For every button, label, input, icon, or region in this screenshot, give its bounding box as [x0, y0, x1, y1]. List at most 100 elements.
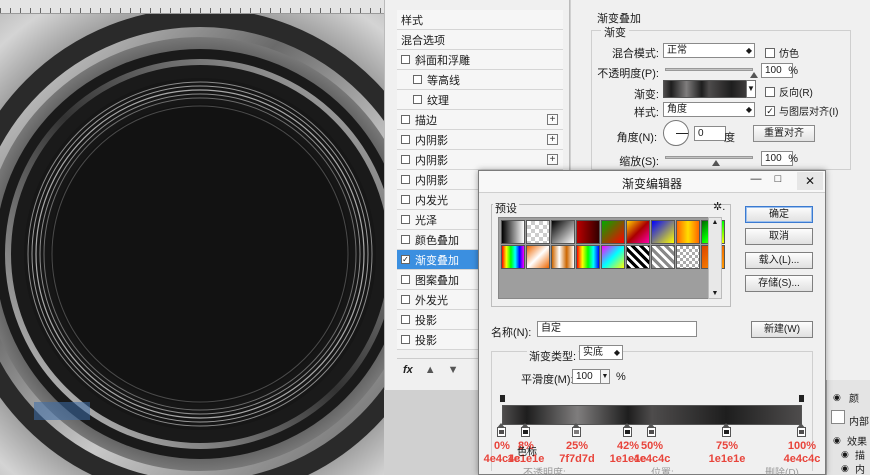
maximize-icon[interactable]: □	[769, 173, 787, 185]
style-item-label: 外发光	[415, 294, 448, 307]
add-effect-icon[interactable]: +	[547, 114, 558, 125]
preset-swatch[interactable]	[601, 245, 625, 269]
angle-label: 角度(N):	[616, 132, 657, 144]
preset-swatch[interactable]	[651, 220, 675, 244]
gradient-preview[interactable]	[663, 80, 755, 98]
checkbox-icon[interactable]	[401, 215, 410, 224]
preset-swatch[interactable]	[626, 220, 650, 244]
preset-swatch[interactable]	[551, 245, 575, 269]
preset-swatch[interactable]	[626, 245, 650, 269]
name-label: 名称(N):	[491, 327, 532, 339]
preset-swatch[interactable]	[601, 220, 625, 244]
checkbox-icon[interactable]	[401, 295, 410, 304]
checkbox-icon[interactable]	[401, 115, 410, 124]
checkbox-icon[interactable]	[401, 235, 410, 244]
layer-effect-item[interactable]: 内	[855, 461, 865, 475]
preset-swatch[interactable]	[551, 220, 575, 244]
new-gradient-button[interactable]: 新建(W)	[751, 321, 813, 338]
dither-checkbox[interactable]: 仿色	[765, 45, 799, 60]
scroll-down-icon[interactable]: ▼	[709, 290, 721, 297]
opacity-stop-marker[interactable]	[798, 394, 805, 403]
checkbox-icon[interactable]	[401, 175, 410, 184]
style-item[interactable]: 混合选项	[397, 30, 563, 50]
align-label: 与图层对齐(I)	[779, 107, 839, 118]
checkmark-icon[interactable]: ✓	[401, 255, 410, 264]
style-item[interactable]: 纹理	[397, 90, 563, 110]
reverse-checkbox[interactable]: 反向(R)	[765, 84, 813, 99]
checkbox-icon[interactable]	[401, 55, 410, 64]
visibility-eye-icon[interactable]: ◉	[841, 449, 849, 460]
gradient-style-select[interactable]: 角度 ◆	[663, 102, 755, 117]
color-stop-marker[interactable]	[797, 423, 806, 437]
preset-swatch[interactable]	[526, 220, 550, 244]
minimize-icon[interactable]: —	[747, 173, 765, 185]
dialog-titlebar[interactable]: 渐变编辑器 — □ ✕	[479, 171, 825, 193]
layer-effect-item[interactable]: 效果	[847, 433, 867, 448]
blend-mode-select[interactable]: 正常 ◆	[663, 43, 755, 58]
opacity-stop-marker[interactable]	[499, 394, 506, 403]
fx-icon[interactable]: fx	[403, 364, 413, 376]
gradient-ramp-bar[interactable]	[502, 405, 802, 425]
preset-swatch[interactable]	[651, 245, 675, 269]
visibility-eye-icon[interactable]: ◉	[833, 435, 841, 446]
style-item[interactable]: 等高线	[397, 70, 563, 90]
style-item[interactable]: 内阴影 +	[397, 150, 563, 170]
dropdown-arrow-icon[interactable]: ▼	[600, 369, 610, 384]
preset-swatch[interactable]	[676, 220, 700, 244]
presets-scrollbar[interactable]: ▲ ▼	[708, 217, 722, 299]
reset-alignment-button[interactable]: 重置对齐	[753, 125, 815, 142]
checkbox-icon[interactable]	[401, 275, 410, 284]
checkbox-icon[interactable]	[401, 315, 410, 324]
move-down-icon[interactable]: ▼	[448, 364, 459, 376]
style-item[interactable]: 样式	[397, 10, 563, 30]
layer-item[interactable]: 内部	[849, 413, 869, 428]
layer-item[interactable]: 颜	[849, 390, 859, 405]
checkbox-icon[interactable]	[401, 335, 410, 344]
load-button[interactable]: 载入(L)...	[745, 252, 813, 269]
color-stop-marker[interactable]	[623, 423, 632, 437]
save-button[interactable]: 存储(S)...	[745, 275, 813, 292]
visibility-eye-icon[interactable]: ◉	[841, 463, 849, 474]
preset-swatch[interactable]	[576, 245, 600, 269]
color-stop-marker[interactable]	[572, 423, 581, 437]
color-stop-marker[interactable]	[647, 423, 656, 437]
style-item[interactable]: 斜面和浮雕	[397, 50, 563, 70]
add-effect-icon[interactable]: +	[547, 154, 558, 165]
gradient-name-input[interactable]: 自定	[537, 321, 697, 337]
stop-percent-annotation: 50%	[640, 440, 664, 452]
preset-swatch[interactable]	[526, 245, 550, 269]
style-item-label: 光泽	[415, 214, 437, 227]
move-up-icon[interactable]: ▲	[425, 364, 436, 376]
gear-icon[interactable]: ✲.	[713, 200, 725, 213]
gradient-dropdown-icon[interactable]: ▼	[746, 80, 756, 98]
gradient-editor-dialog: 渐变编辑器 — □ ✕ 预设 ✲. ▲ ▼ 确定 取消 载入(L)... 存储(…	[478, 170, 826, 475]
close-icon[interactable]: ✕	[797, 172, 823, 190]
color-stop-marker[interactable]	[521, 423, 530, 437]
align-with-layer-checkbox[interactable]: ✓ 与图层对齐(I)	[765, 103, 838, 118]
gradient-type-select[interactable]: 实底 ◆	[579, 345, 623, 360]
visibility-eye-icon[interactable]: ◉	[833, 392, 841, 403]
document-canvas[interactable]	[0, 0, 384, 475]
color-stop-marker[interactable]	[497, 423, 506, 437]
layer-thumbnail[interactable]	[831, 410, 845, 424]
delete-stop-button[interactable]: 删除(D)	[765, 464, 799, 475]
add-effect-icon[interactable]: +	[547, 134, 558, 145]
style-item[interactable]: 内阴影 +	[397, 130, 563, 150]
checkbox-icon[interactable]	[401, 155, 410, 164]
smoothness-field[interactable]: 100 ▼	[572, 369, 610, 384]
checkbox-icon[interactable]	[413, 75, 422, 84]
stop-hex-annotation: 1e1e1e	[708, 453, 746, 465]
cancel-button[interactable]: 取消	[745, 228, 813, 245]
style-item[interactable]: 描边 +	[397, 110, 563, 130]
preset-swatch[interactable]	[676, 245, 700, 269]
ok-button[interactable]: 确定	[745, 206, 813, 223]
scroll-up-icon[interactable]: ▲	[709, 219, 721, 226]
color-stop-marker[interactable]	[722, 423, 731, 437]
layer-effect-item[interactable]: 描	[855, 447, 865, 462]
preset-swatch[interactable]	[501, 220, 525, 244]
checkbox-icon[interactable]	[413, 95, 422, 104]
preset-swatch[interactable]	[501, 245, 525, 269]
checkbox-icon[interactable]	[401, 195, 410, 204]
preset-swatch[interactable]	[576, 220, 600, 244]
checkbox-icon[interactable]	[401, 135, 410, 144]
